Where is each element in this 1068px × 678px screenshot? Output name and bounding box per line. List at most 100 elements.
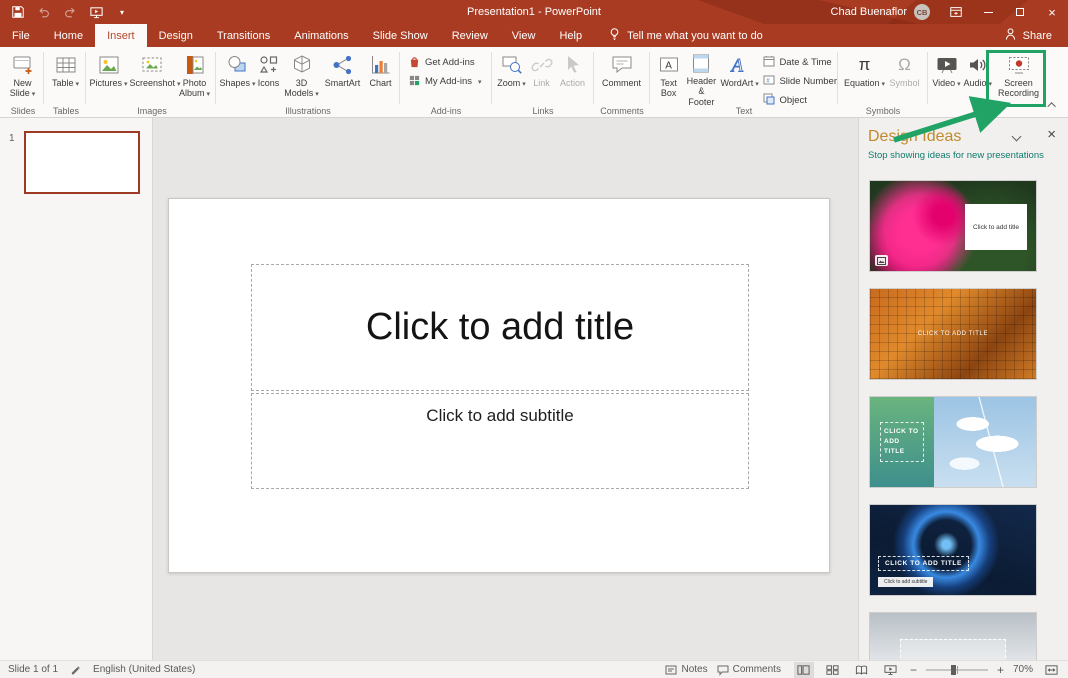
zoom-slider-thumb[interactable] xyxy=(951,665,956,675)
3d-models-button[interactable]: 3D Models▾ xyxy=(283,49,321,103)
text-box-button[interactable]: A Text Box xyxy=(654,49,683,103)
design-idea-thumbnail-flower[interactable]: Click to add title xyxy=(869,180,1037,272)
icons-icon xyxy=(257,52,281,78)
share-button[interactable]: Share xyxy=(988,24,1068,47)
design-idea-thumbnail-clouds[interactable]: CLICK TO ADD TITLE xyxy=(869,396,1037,488)
get-add-ins-button[interactable]: Get Add-ins xyxy=(408,55,475,70)
slides-buttons: New Slide▾ xyxy=(2,49,43,103)
wordart-button[interactable]: A WordArt▾ xyxy=(719,49,759,103)
maximize-button[interactable] xyxy=(1004,0,1036,24)
shapes-button[interactable]: Shapes▾ xyxy=(219,49,255,103)
screenshot-button[interactable]: Screenshot▾ xyxy=(129,49,175,103)
tab-animations[interactable]: Animations xyxy=(282,24,360,47)
date-time-button[interactable]: Date & Time xyxy=(763,55,831,70)
icons-button[interactable]: Icons xyxy=(255,49,283,103)
ribbon-display-options-icon[interactable] xyxy=(940,0,972,24)
symbols-buttons: π Equation▾ Ω Symbol xyxy=(838,49,927,103)
language-status[interactable]: English (United States) xyxy=(93,664,195,675)
new-slide-button[interactable]: New Slide▾ xyxy=(2,49,43,103)
title-placeholder[interactable]: Click to add title xyxy=(251,264,749,391)
collapse-ribbon-button[interactable] xyxy=(1046,99,1060,111)
ribbon-group-slides: New Slide▾ Slides xyxy=(2,47,44,117)
group-label-images: Images xyxy=(88,106,216,116)
object-label: Object xyxy=(779,95,806,106)
slide-number-button[interactable]: # Slide Number xyxy=(763,74,837,89)
reading-view-button[interactable] xyxy=(852,662,872,678)
share-label: Share xyxy=(1023,30,1052,42)
photo-album-label: Photo Album xyxy=(179,78,206,98)
screenshot-icon xyxy=(140,52,164,78)
screen-recording-button[interactable]: Screen Recording xyxy=(993,49,1045,103)
notes-button[interactable]: Notes xyxy=(665,664,707,676)
zoom-icon xyxy=(500,52,524,78)
dropdown-arrow-icon: ▾ xyxy=(32,91,36,98)
store-icon xyxy=(408,55,421,71)
slide-show-button[interactable] xyxy=(881,662,901,678)
photo-album-button[interactable]: Photo Album▾ xyxy=(175,49,215,103)
smartart-button[interactable]: SmartArt xyxy=(321,49,365,103)
tab-review[interactable]: Review xyxy=(440,24,500,47)
dropdown-arrow-icon: ▾ xyxy=(124,81,128,88)
tab-help[interactable]: Help xyxy=(547,24,594,47)
normal-view-button[interactable] xyxy=(794,662,814,678)
fit-slide-to-window-button[interactable] xyxy=(1042,662,1060,678)
save-icon[interactable] xyxy=(10,4,26,20)
redo-icon[interactable] xyxy=(62,4,78,20)
video-button[interactable]: Video▾ xyxy=(931,49,963,103)
chevron-down-icon[interactable] xyxy=(1012,132,1022,142)
images-buttons: Pictures▾ Screenshot▾ Photo Album▾ xyxy=(88,49,215,103)
account-name[interactable]: Chad Buenaflor xyxy=(831,6,907,18)
chart-button[interactable]: Chart xyxy=(365,49,397,103)
customize-quick-access-toolbar-icon[interactable]: ▾ xyxy=(114,4,130,20)
tell-me-box[interactable]: Tell me what you want to do xyxy=(608,24,763,47)
equation-button[interactable]: π Equation▾ xyxy=(843,49,887,103)
group-label-symbols: Symbols xyxy=(838,106,928,116)
start-from-beginning-icon[interactable] xyxy=(88,4,104,20)
zoom-slider[interactable] xyxy=(926,669,988,671)
3d-models-label: 3D Models xyxy=(284,78,313,98)
subtitle-placeholder[interactable]: Click to add subtitle xyxy=(251,393,749,489)
close-button[interactable]: × xyxy=(1036,0,1068,24)
action-button: Action xyxy=(556,49,590,103)
slide-editing-surface[interactable]: Click to add title Click to add subtitle xyxy=(168,198,830,573)
comment-button[interactable]: Comment xyxy=(598,49,646,103)
slide-thumbnail-panel: 1 xyxy=(0,118,153,660)
slide-sorter-view-button[interactable] xyxy=(823,662,843,678)
share-person-icon xyxy=(1004,27,1017,44)
header-footer-button[interactable]: Header & Footer xyxy=(683,49,719,103)
my-add-ins-button[interactable]: My Add-ins ▾ xyxy=(408,74,482,89)
pictures-button[interactable]: Pictures▾ xyxy=(89,49,129,103)
zoom-percentage[interactable]: 70% xyxy=(1013,664,1033,675)
screen-recording-icon xyxy=(1007,52,1031,78)
tab-view[interactable]: View xyxy=(500,24,548,47)
table-button[interactable]: Table▾ xyxy=(51,49,80,103)
design-ideas-close-icon[interactable]: × xyxy=(1047,126,1056,143)
tab-file[interactable]: File xyxy=(0,24,42,47)
audio-button[interactable]: Audio▾ xyxy=(963,49,993,103)
text-buttons: A Text Box Header & Footer A WordArt▾ xyxy=(650,49,837,103)
tab-insert[interactable]: Insert xyxy=(95,24,147,47)
zoom-button[interactable]: Zoom▾ xyxy=(496,49,528,103)
tab-transitions[interactable]: Transitions xyxy=(205,24,282,47)
undo-icon[interactable] xyxy=(36,4,52,20)
slide-thumbnail[interactable] xyxy=(24,131,140,194)
comments-button[interactable]: Comments xyxy=(717,664,781,676)
design-idea-thumbnail-mosaic[interactable]: CLICK TO ADD TITLE xyxy=(869,288,1037,380)
tab-design[interactable]: Design xyxy=(147,24,205,47)
design-thumb-subtitle-box: Click to add subtitle xyxy=(878,577,933,587)
group-label-add-ins: Add-ins xyxy=(400,106,492,116)
design-idea-thumbnail-gray[interactable] xyxy=(869,612,1037,660)
new-slide-label: New Slide xyxy=(10,78,32,98)
tab-slide-show[interactable]: Slide Show xyxy=(361,24,440,47)
account-avatar[interactable]: CB xyxy=(914,4,930,20)
zoom-out-button[interactable]: − xyxy=(910,664,917,676)
ribbon-group-images: Pictures▾ Screenshot▾ Photo Album▾ Image… xyxy=(88,47,216,117)
design-idea-thumbnail-ocean[interactable]: CLICK TO ADD TITLE Click to add subtitle xyxy=(869,504,1037,596)
tab-home[interactable]: Home xyxy=(42,24,95,47)
zoom-in-button[interactable]: + xyxy=(997,664,1004,676)
audio-label: Audio xyxy=(964,78,987,88)
photo-album-icon xyxy=(183,52,207,78)
proofing-icon[interactable] xyxy=(70,664,81,675)
stop-showing-ideas-link[interactable]: Stop showing ideas for new presentations xyxy=(868,150,1044,161)
minimize-button[interactable] xyxy=(972,0,1004,24)
